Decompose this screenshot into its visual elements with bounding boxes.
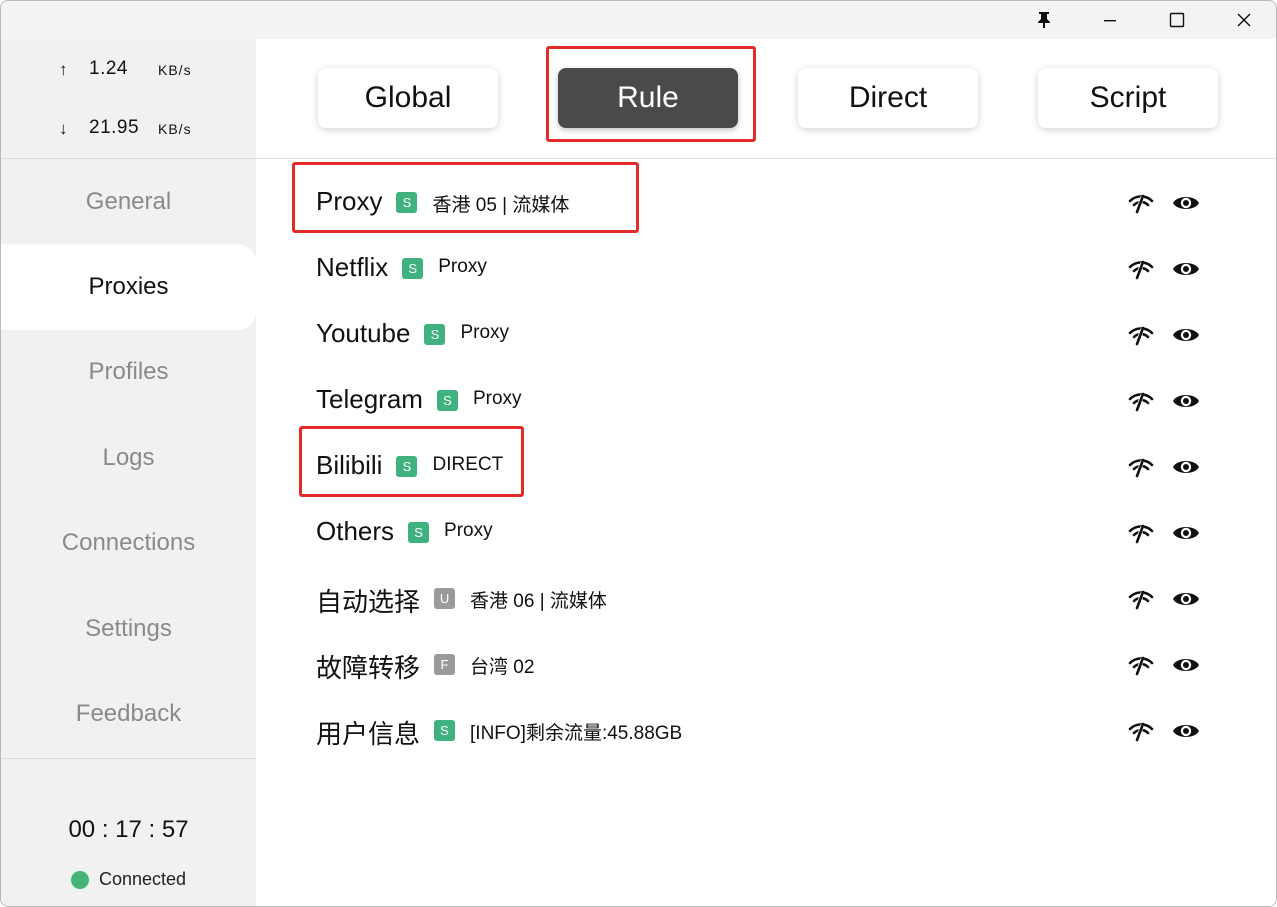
close-icon[interactable] xyxy=(1211,1,1276,39)
proxy-group-name: 故障转移 xyxy=(316,653,421,683)
proxy-group-name: Telegram xyxy=(316,384,423,414)
proxy-group-name: 用户信息 xyxy=(316,719,421,749)
eye-icon[interactable] xyxy=(1172,520,1200,546)
eye-icon[interactable] xyxy=(1172,322,1200,348)
nav-label: Settings xyxy=(85,615,172,642)
nav-logs[interactable]: Logs xyxy=(1,415,256,501)
nav-profiles[interactable]: Profiles xyxy=(1,329,256,415)
proxy-group-name: Bilibili xyxy=(316,450,383,480)
group-type-badge: F xyxy=(434,654,456,675)
upload-speed: ↑ 1.24 KB/s xyxy=(1,55,256,85)
speed-test-icon[interactable] xyxy=(1128,718,1154,744)
group-type-badge: S xyxy=(434,720,456,741)
group-type-badge: S xyxy=(396,456,418,477)
nav-general[interactable]: General xyxy=(1,159,256,245)
proxy-group-name: Others xyxy=(316,516,395,546)
minimize-icon[interactable] xyxy=(1077,1,1143,39)
selected-proxy: Proxy xyxy=(460,322,510,343)
nav-feedback[interactable]: Feedback xyxy=(1,671,256,757)
selected-proxy: 香港 06 | 流媒体 xyxy=(470,591,607,612)
connection-label: Connected xyxy=(98,869,187,889)
traffic-panel: ↑ 1.24 KB/s ↓ 21.95 KB/s xyxy=(1,39,256,159)
proxy-group-row[interactable]: Telegram S Proxy xyxy=(256,368,1276,434)
selected-proxy: Proxy xyxy=(472,388,522,409)
nav-label: Feedback xyxy=(75,700,182,727)
uptime-timer: 00 : 17 : 57 xyxy=(68,816,189,843)
selected-proxy: 香港 05 | 流媒体 xyxy=(432,195,570,216)
proxy-group-row[interactable]: 用户信息 S [INFO]剩余流量:45.88GB xyxy=(256,698,1276,764)
nav-label: Profiles xyxy=(88,358,169,385)
selected-proxy: Proxy xyxy=(444,520,493,541)
proxy-group-name: 自动选择 xyxy=(316,587,421,617)
proxy-group-row[interactable]: Proxy S 香港 05 | 流媒体 xyxy=(256,170,1276,236)
selected-proxy: [INFO]剩余流量:45.88GB xyxy=(470,723,683,744)
upload-unit: KB/s xyxy=(158,62,192,78)
mode-rule-button[interactable]: Rule xyxy=(558,68,738,128)
nav-label: Connections xyxy=(61,529,196,556)
connection-status[interactable]: Connected xyxy=(1,869,256,890)
eye-icon[interactable] xyxy=(1172,652,1200,678)
sidebar: ↑ 1.24 KB/s ↓ 21.95 KB/s General Proxies… xyxy=(1,39,256,906)
nav-settings[interactable]: Settings xyxy=(1,586,256,672)
proxy-group-row[interactable]: Netflix S Proxy xyxy=(256,236,1276,302)
nav-label: Proxies xyxy=(88,273,169,300)
group-type-badge: S xyxy=(424,324,446,345)
eye-icon[interactable] xyxy=(1172,190,1200,216)
proxy-group-name: Netflix xyxy=(316,252,389,282)
speed-test-icon[interactable] xyxy=(1128,586,1154,612)
selected-proxy: 台湾 02 xyxy=(470,657,535,678)
proxy-group-row[interactable]: 自动选择 U 香港 06 | 流媒体 xyxy=(256,566,1276,632)
maximize-icon[interactable] xyxy=(1144,1,1210,39)
speed-test-icon[interactable] xyxy=(1128,388,1154,414)
nav-connections[interactable]: Connections xyxy=(1,500,256,586)
group-type-badge: U xyxy=(434,588,456,609)
download-value: 21.95 xyxy=(89,117,140,138)
nav-label: Logs xyxy=(102,444,155,471)
title-bar xyxy=(1,1,1276,39)
download-unit: KB/s xyxy=(158,121,192,137)
mode-script-button[interactable]: Script xyxy=(1038,68,1218,128)
eye-icon[interactable] xyxy=(1172,256,1200,282)
nav-label: General xyxy=(85,188,172,215)
download-speed: ↓ 21.95 KB/s xyxy=(1,114,256,144)
proxy-group-row[interactable]: Bilibili S DIRECT xyxy=(256,434,1276,500)
status-dot-icon xyxy=(70,870,89,889)
eye-icon[interactable] xyxy=(1172,388,1200,414)
nav-proxies[interactable]: Proxies xyxy=(1,244,256,330)
proxy-group-row[interactable]: 故障转移 F 台湾 02 xyxy=(256,632,1276,698)
speed-test-icon[interactable] xyxy=(1128,256,1154,282)
group-type-badge: S xyxy=(408,522,430,543)
speed-test-icon[interactable] xyxy=(1128,322,1154,348)
eye-icon[interactable] xyxy=(1172,586,1200,612)
speed-test-icon[interactable] xyxy=(1128,520,1154,546)
group-type-badge: S xyxy=(402,258,424,279)
pin-icon[interactable] xyxy=(1011,1,1077,39)
proxy-group-row[interactable]: Youtube S Proxy xyxy=(256,302,1276,368)
selected-proxy: Proxy xyxy=(438,256,487,277)
mode-direct-button[interactable]: Direct xyxy=(798,68,978,128)
main-panel: Global Rule Direct Script Proxy S 香港 05 | … xyxy=(256,39,1276,906)
upload-arrow-icon: ↑ xyxy=(59,60,68,79)
status-panel: 00 : 17 : 57 Connected xyxy=(1,758,256,906)
group-type-badge: S xyxy=(436,390,458,411)
group-type-badge: S xyxy=(396,192,418,213)
eye-icon[interactable] xyxy=(1172,454,1200,480)
speed-test-icon[interactable] xyxy=(1128,190,1154,216)
mode-switcher: Global Rule Direct Script xyxy=(256,39,1276,159)
proxy-group-row[interactable]: Others S Proxy xyxy=(256,500,1276,566)
speed-test-icon[interactable] xyxy=(1128,652,1154,678)
selected-proxy: DIRECT xyxy=(432,454,504,475)
mode-global-button[interactable]: Global xyxy=(318,68,498,128)
speed-test-icon[interactable] xyxy=(1128,454,1154,480)
proxy-group-name: Youtube xyxy=(316,318,411,348)
eye-icon[interactable] xyxy=(1172,718,1200,744)
upload-value: 1.24 xyxy=(89,58,128,79)
download-arrow-icon: ↓ xyxy=(59,119,68,138)
proxy-group-name: Proxy xyxy=(316,186,383,216)
clash-window: ↑ 1.24 KB/s ↓ 21.95 KB/s General Proxies… xyxy=(0,0,1277,907)
